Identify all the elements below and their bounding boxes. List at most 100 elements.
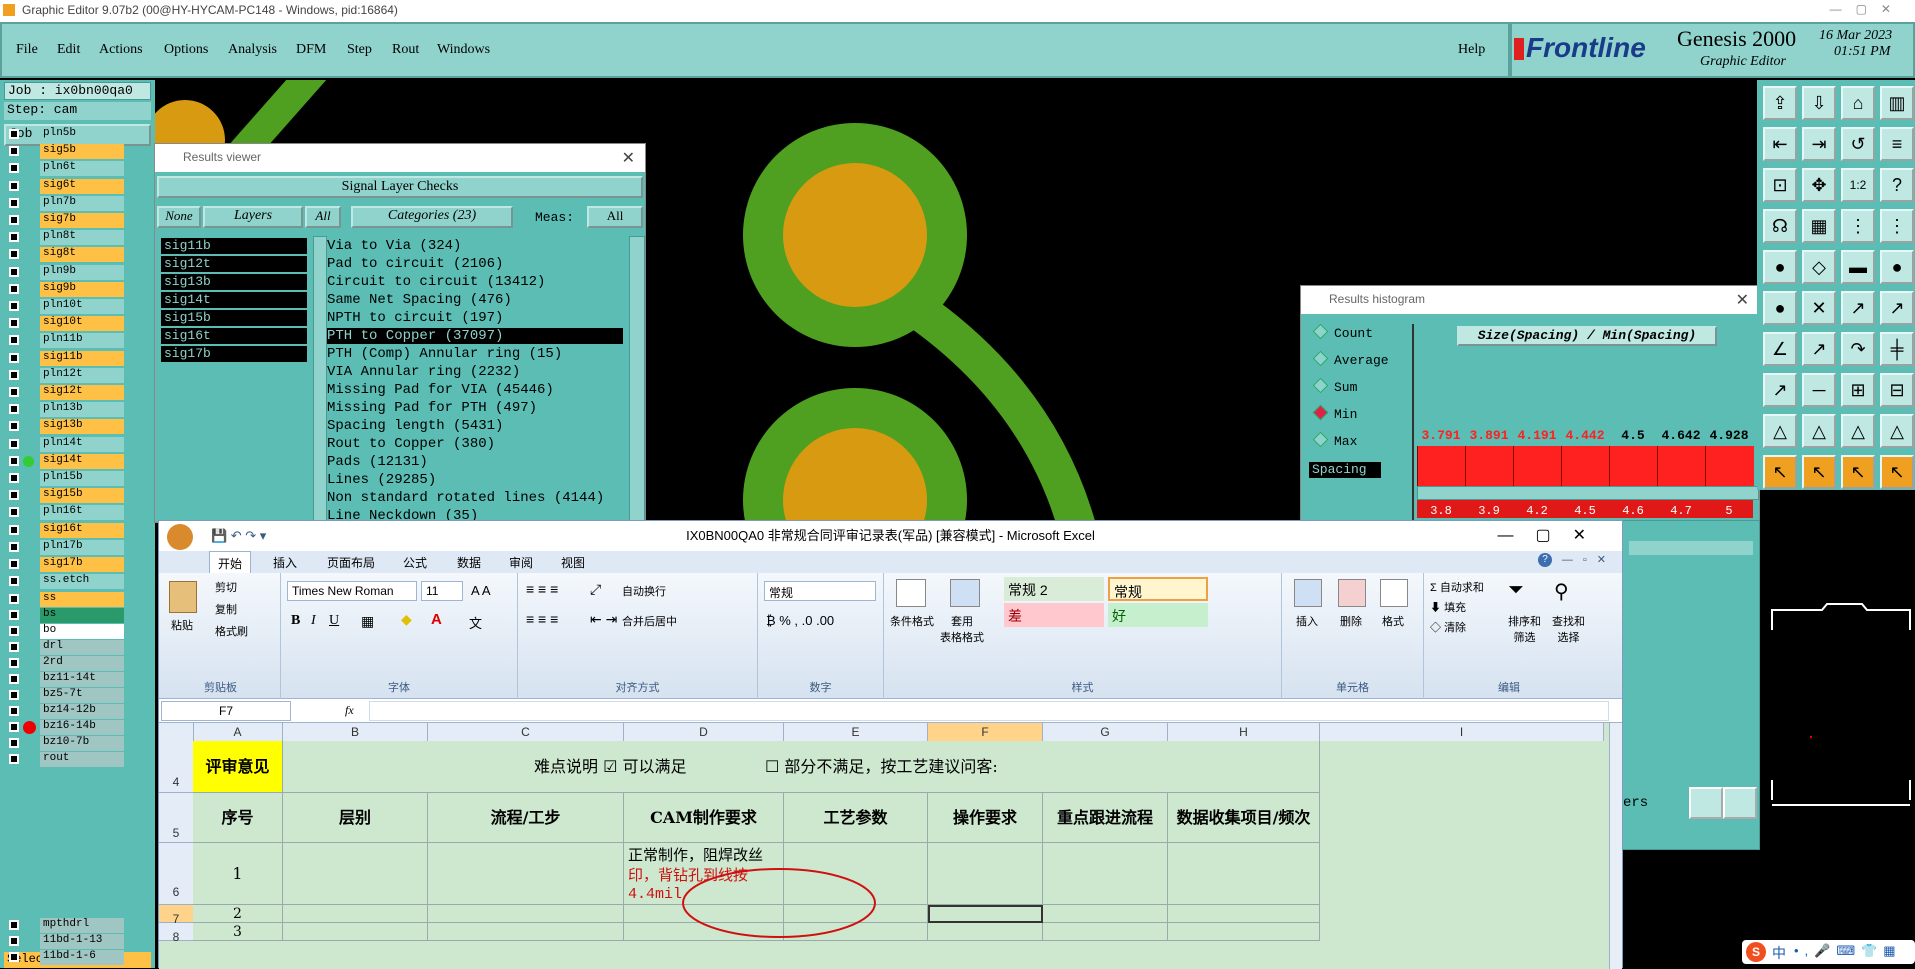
category-item[interactable]: PTH to Copper (37097): [327, 328, 623, 344]
tool-button-icon[interactable]: ?: [1880, 168, 1914, 202]
extra-layer-row[interactable]: 11bd-1-13: [6, 934, 124, 949]
style-normal[interactable]: 常规: [1108, 577, 1208, 601]
tool-button-icon[interactable]: ⊞: [1841, 373, 1875, 407]
tool-button-icon[interactable]: ✕: [1802, 291, 1836, 325]
style-normal-2[interactable]: 常规 2: [1004, 577, 1104, 601]
align-left-icon[interactable]: ≡ ≡ ≡: [526, 611, 558, 627]
row-header[interactable]: 8: [159, 923, 193, 944]
layer-checkbox[interactable]: [9, 658, 19, 668]
histogram-bar[interactable]: [1465, 446, 1514, 486]
category-item[interactable]: Pads (12131): [327, 454, 428, 470]
column-header[interactable]: A: [193, 723, 283, 741]
layer-checkbox[interactable]: [9, 610, 19, 620]
tool-button-icon[interactable]: ⋮: [1880, 209, 1914, 243]
tool-button-icon[interactable]: ▦: [1802, 209, 1836, 243]
layer-checkbox[interactable]: [9, 541, 19, 552]
drill-layer-row[interactable]: 2rd: [6, 656, 124, 671]
column-header[interactable]: B: [283, 723, 428, 741]
category-item[interactable]: Line Neckdown (35): [327, 508, 478, 520]
mask-layer-row[interactable]: bo: [6, 624, 124, 639]
layer-row[interactable]: pln17b: [6, 539, 124, 555]
mask-layer-row[interactable]: ss: [6, 592, 124, 607]
delete-cells-button[interactable]: 删除: [1340, 613, 1362, 629]
layer-checkbox[interactable]: [9, 690, 19, 700]
grow-font-icon[interactable]: A A: [471, 583, 491, 598]
office-button-icon[interactable]: [167, 524, 193, 550]
type-label[interactable]: Spacing: [1309, 462, 1381, 478]
column-header[interactable]: D: [624, 723, 784, 741]
tool-button-icon[interactable]: ─: [1802, 373, 1836, 407]
border-icon[interactable]: ▦: [361, 613, 374, 630]
tool-button-icon[interactable]: ⌂: [1841, 86, 1875, 120]
layer-checkbox[interactable]: [9, 722, 19, 732]
drill-layer-row[interactable]: bz5-7t: [6, 688, 124, 703]
percent-icon[interactable]: ₿ % , .0 .00: [766, 613, 834, 628]
layer-checkbox[interactable]: [9, 642, 19, 652]
tool-button-icon[interactable]: ▬: [1841, 250, 1875, 284]
conditional-format-button[interactable]: 条件格式: [890, 613, 934, 629]
format-painter-button[interactable]: 格式刷: [215, 623, 248, 639]
row-number-cell[interactable]: 3: [193, 923, 283, 941]
table-header-cell[interactable]: 工艺参数: [784, 793, 928, 843]
table-cell[interactable]: [1168, 923, 1320, 941]
tab-review[interactable]: 审阅: [509, 554, 533, 571]
cut-button[interactable]: 剪切: [215, 579, 237, 595]
layer-row[interactable]: sig17b: [6, 557, 124, 572]
tool-button-icon[interactable]: ↖: [1841, 455, 1875, 489]
category-item[interactable]: Via to Via (324): [327, 238, 461, 254]
category-list[interactable]: Via to Via (324) Pad to circuit (2106) Cir…: [0, 0, 645, 520]
table-format-button[interactable]: 套用 表格格式: [940, 613, 984, 645]
name-box[interactable]: F7: [161, 701, 291, 721]
font-name-combo[interactable]: Times New Roman: [287, 581, 417, 601]
table-cell[interactable]: [1043, 905, 1168, 923]
table-cell[interactable]: [283, 843, 428, 905]
style-bad[interactable]: 差: [1004, 603, 1104, 627]
tool-button-icon[interactable]: ⇩: [1802, 86, 1836, 120]
column-header[interactable]: C: [428, 723, 624, 741]
help-icon[interactable]: ?: [1538, 553, 1552, 567]
tool-button-icon[interactable]: ↗: [1763, 373, 1797, 407]
histogram-bar[interactable]: [1657, 446, 1706, 486]
category-item[interactable]: Rout to Copper (380): [327, 436, 495, 452]
paste-button[interactable]: 粘贴: [171, 617, 193, 633]
tool-button-icon[interactable]: ↗: [1841, 291, 1875, 325]
category-item[interactable]: VIA Annular ring (2232): [327, 364, 520, 380]
layer-row[interactable]: ss.etch: [6, 574, 124, 590]
table-cell[interactable]: [1043, 843, 1168, 905]
phonetic-icon[interactable]: 文: [469, 613, 482, 632]
table-format-icon[interactable]: [950, 579, 980, 607]
tool-button-icon[interactable]: ↖: [1880, 455, 1914, 489]
histogram-bar[interactable]: [1513, 446, 1562, 486]
tool-button-icon[interactable]: ↺: [1841, 127, 1875, 161]
close-icon[interactable]: ✕: [1736, 290, 1749, 310]
sort-filter-icon[interactable]: ⏷: [1508, 579, 1524, 602]
number-format-combo[interactable]: 常规: [764, 581, 876, 601]
mask-layer-row[interactable]: bs: [6, 608, 124, 623]
window-controls[interactable]: —▢✕: [1497, 521, 1608, 551]
style-good[interactable]: 好: [1108, 603, 1208, 627]
aggregate-radio[interactable]: Average: [1312, 350, 1389, 368]
quick-access-icons[interactable]: 💾 ↶ ↷ ▾: [211, 521, 266, 551]
indent-icon[interactable]: ⇤ ⇥: [590, 611, 617, 628]
extra-layer-row[interactable]: mpthdrl: [6, 918, 124, 933]
bold-icon[interactable]: B: [291, 613, 300, 629]
category-item[interactable]: Missing Pad for VIA (45446): [327, 382, 554, 398]
row-number-cell[interactable]: 1: [193, 843, 283, 905]
ribbon-window-controls[interactable]: —▫✕: [1562, 553, 1616, 566]
table-header-cell[interactable]: 序号: [193, 793, 283, 843]
tool-button-icon[interactable]: ∠: [1763, 332, 1797, 366]
column-header[interactable]: H: [1168, 723, 1320, 741]
binoculars-icon[interactable]: ⚲: [1554, 579, 1569, 604]
tool-button-icon[interactable]: ↗: [1880, 291, 1914, 325]
category-item[interactable]: Lines (29285): [327, 472, 436, 488]
ime-toolbar[interactable]: S 中 •,🎤⌨👕▦: [1742, 940, 1915, 964]
layer-checkbox[interactable]: [9, 524, 19, 535]
table-cell[interactable]: [283, 923, 428, 941]
layer-checkbox[interactable]: [9, 674, 19, 684]
select-all-corner[interactable]: [159, 723, 194, 741]
tab-view[interactable]: 视图: [561, 554, 585, 571]
table-cell[interactable]: [1168, 905, 1320, 923]
font-color-icon[interactable]: A: [431, 611, 442, 628]
column-header[interactable]: I: [1320, 723, 1604, 741]
difficulty-note-cell[interactable]: 难点说明 ☑ 可以满足 ☐ 部分不满足，按工艺建议问客:: [283, 741, 1320, 793]
